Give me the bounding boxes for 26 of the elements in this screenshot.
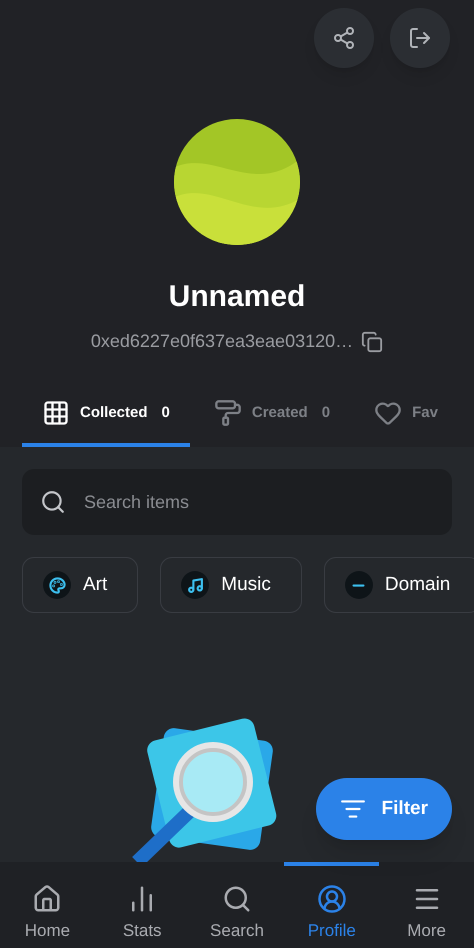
share-icon xyxy=(332,26,356,50)
search-icon xyxy=(40,489,66,515)
nav-item[interactable]: Home xyxy=(0,862,95,948)
music-note-icon xyxy=(181,571,210,599)
tab[interactable]: Fav xyxy=(354,383,458,447)
filter-button[interactable]: Filter xyxy=(316,778,452,840)
bar-icon xyxy=(344,571,373,599)
category-chip[interactable]: Domain xyxy=(324,557,474,613)
category-chip[interactable]: Music xyxy=(160,557,302,613)
copy-icon[interactable] xyxy=(361,330,384,352)
grid-icon xyxy=(42,399,70,427)
nav-item[interactable]: Stats xyxy=(94,862,190,948)
search-field[interactable]: Search items xyxy=(22,469,452,535)
tab[interactable]: Created 0 xyxy=(194,383,350,447)
user-icon xyxy=(316,884,347,914)
category-chip[interactable]: Art xyxy=(22,557,138,613)
paint-roller-icon xyxy=(214,399,242,427)
profile-name: Unnamed xyxy=(168,282,306,312)
nav-item[interactable]: More xyxy=(379,862,474,948)
nav-item[interactable]: Profile xyxy=(284,862,380,948)
palette-icon xyxy=(43,571,71,599)
wallet-address: 0xed6227e0f637ea3eae03120… xyxy=(90,330,354,353)
nav-item[interactable]: Search xyxy=(190,862,284,948)
search-icon xyxy=(222,884,252,914)
home-icon xyxy=(32,884,62,914)
logout-icon xyxy=(408,26,432,50)
